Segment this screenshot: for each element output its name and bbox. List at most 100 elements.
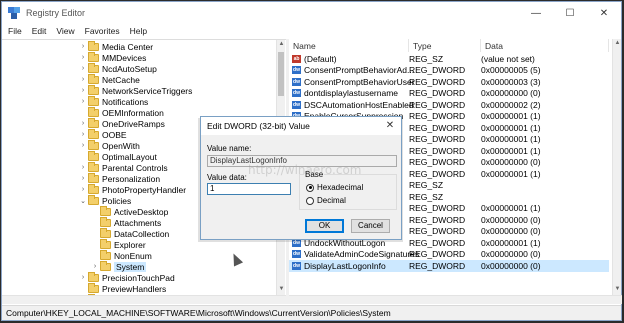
value-data: 0x00000000 (0)	[481, 249, 541, 260]
tree-item[interactable]: PreviewHandlers	[78, 282, 166, 294]
hexadecimal-radio[interactable]	[306, 183, 314, 192]
expand-chevron-icon[interactable]: ›	[78, 164, 88, 171]
column-name[interactable]: Name	[289, 39, 409, 52]
tree-item[interactable]: ⌄ Policies	[78, 194, 131, 206]
tree-item[interactable]: Attachments	[90, 216, 162, 228]
ok-button[interactable]: OK	[305, 219, 344, 233]
expand-chevron-icon[interactable]: ›	[78, 65, 88, 72]
tree-item[interactable]: OptimalLayout	[78, 150, 157, 162]
value-row[interactable]: dw dontdisplaylastusername REG_DWORD 0x0000…	[289, 88, 609, 100]
maximize-button[interactable]: ☐	[553, 2, 587, 24]
tree-horizontal-scrollbar[interactable]	[2, 295, 286, 304]
tree-item[interactable]: › OOBE	[78, 128, 127, 140]
tree-item[interactable]: › System	[90, 260, 147, 272]
value-row[interactable]: dw ConsentPromptBehaviorUser REG_DWORD 0x00…	[289, 76, 609, 88]
value-data: 0x00000000 (0)	[481, 226, 541, 237]
folder-icon	[100, 227, 111, 238]
value-type: REG_DWORD	[409, 157, 466, 168]
tree-item[interactable]: NonEnum	[90, 249, 152, 261]
expand-chevron-icon[interactable]: ›	[78, 142, 88, 149]
tree-item[interactable]: › NetCache	[78, 73, 140, 85]
tree-item-label: ActiveDesktop	[114, 206, 169, 217]
values-horizontal-scrollbar[interactable]	[289, 295, 622, 304]
menu-edit[interactable]: Edit	[32, 26, 47, 36]
value-data: 0x00000001 (1)	[481, 122, 541, 133]
value-name-label: Value name:	[207, 144, 252, 153]
close-button[interactable]: ✕	[587, 2, 621, 24]
dword-value-icon: dw	[292, 261, 301, 270]
dialog-title-bar: Edit DWORD (32-bit) Value ✕	[201, 117, 401, 135]
menu-view[interactable]: View	[56, 26, 74, 36]
decimal-radio[interactable]	[306, 196, 314, 205]
tree-item[interactable]: › OneDriveRamps	[78, 117, 165, 129]
folder-icon	[100, 260, 111, 271]
value-type: REG_DWORD	[409, 122, 466, 133]
column-data[interactable]: Data	[481, 39, 609, 52]
value-type: REG_DWORD	[409, 168, 466, 179]
expand-chevron-icon[interactable]: ›	[78, 186, 88, 193]
column-type[interactable]: Type	[409, 39, 481, 52]
expand-chevron-icon[interactable]: ›	[78, 76, 88, 83]
tree-item[interactable]: › OpenWith	[78, 139, 140, 151]
minimize-button[interactable]: —	[519, 2, 553, 24]
expand-chevron-icon[interactable]: ›	[78, 98, 88, 105]
expand-chevron-icon[interactable]: ›	[78, 274, 88, 281]
value-row[interactable]: dw DSCAutomationHostEnabled REG_DWORD 0x000…	[289, 99, 609, 111]
tree-item[interactable]: DataCollection	[90, 227, 170, 239]
tree-scroll-thumb[interactable]	[278, 52, 284, 96]
scroll-up-icon[interactable]: ▲	[277, 40, 286, 49]
dialog-close-button[interactable]: ✕	[383, 119, 397, 133]
value-row[interactable]: dw DisplayLastLogonInfo REG_DWORD 0x0000000…	[289, 260, 609, 272]
expand-chevron-icon[interactable]: ›	[78, 175, 88, 182]
expand-chevron-icon[interactable]: ›	[78, 87, 88, 94]
tree-item[interactable]: › Notifications	[78, 95, 148, 107]
tree-item[interactable]: › Personalization	[78, 172, 161, 184]
tree-item[interactable]: OEMInformation	[78, 106, 164, 118]
expand-chevron-icon[interactable]: ›	[78, 43, 88, 50]
value-data: 0x00000000 (0)	[481, 260, 541, 271]
values-vertical-scrollbar[interactable]: ▲ ▼	[612, 39, 621, 304]
tree-item[interactable]: › Media Center	[78, 40, 154, 52]
folder-icon	[88, 183, 99, 194]
tree-item[interactable]: › PhotoPropertyHandler	[78, 183, 187, 195]
value-data: 0x00000001 (1)	[481, 203, 541, 214]
tree-item[interactable]: › Parental Controls	[78, 161, 168, 173]
decimal-option[interactable]: Decimal	[306, 196, 346, 205]
registry-path: Computer\HKEY_LOCAL_MACHINE\SOFTWARE\Mic…	[6, 308, 391, 318]
value-name: (Default)	[304, 53, 337, 64]
scroll-down-icon[interactable]: ▼	[613, 285, 622, 294]
tree-item-label: PhotoPropertyHandler	[102, 184, 187, 195]
cancel-button[interactable]: Cancel	[351, 219, 390, 233]
tree-item-label: Parental Controls	[102, 162, 168, 173]
value-row[interactable]: dw ValidateAdminCodeSignatures REG_DWORD 0x…	[289, 249, 609, 261]
dword-value-icon: dw	[292, 77, 301, 86]
value-data: 0x00000002 (2)	[481, 99, 541, 110]
menu-favorites[interactable]: Favorites	[85, 26, 120, 36]
tree-item-label: Personalization	[102, 173, 161, 184]
expand-chevron-icon[interactable]: ›	[90, 263, 100, 270]
menu-file[interactable]: File	[8, 26, 22, 36]
value-row[interactable]: dw ConsentPromptBehaviorAd... REG_DWORD 0x0…	[289, 65, 609, 77]
menu-help[interactable]: Help	[130, 26, 147, 36]
expand-chevron-icon[interactable]: ›	[78, 131, 88, 138]
expand-chevron-icon[interactable]: ›	[78, 120, 88, 127]
tree-item-label: Media Center	[102, 41, 154, 52]
tree-item-label: DataCollection	[114, 228, 170, 239]
expand-chevron-icon[interactable]: ›	[78, 54, 88, 61]
tree-item[interactable]: › NetworkServiceTriggers	[78, 84, 192, 96]
value-row[interactable]: ab (Default) REG_SZ (value not set)	[289, 53, 609, 65]
tree-item[interactable]: Explorer	[90, 238, 146, 250]
tree-item[interactable]: › PrecisionTouchPad	[78, 271, 175, 283]
hexadecimal-option[interactable]: Hexadecimal	[306, 183, 363, 192]
value-type: REG_DWORD	[409, 99, 466, 110]
hexadecimal-label: Hexadecimal	[317, 183, 364, 192]
expand-chevron-icon[interactable]: ⌄	[78, 197, 88, 205]
scroll-up-icon[interactable]: ▲	[613, 39, 622, 48]
value-data-input[interactable]: 1	[207, 183, 291, 195]
tree-item[interactable]: › MMDevices	[78, 51, 146, 63]
scroll-down-icon[interactable]: ▼	[277, 285, 286, 294]
tree-item[interactable]: › NcdAutoSetup	[78, 62, 157, 74]
tree-item-label: Attachments	[114, 217, 162, 228]
folder-icon	[88, 271, 99, 282]
tree-item[interactable]: ActiveDesktop	[90, 205, 169, 217]
